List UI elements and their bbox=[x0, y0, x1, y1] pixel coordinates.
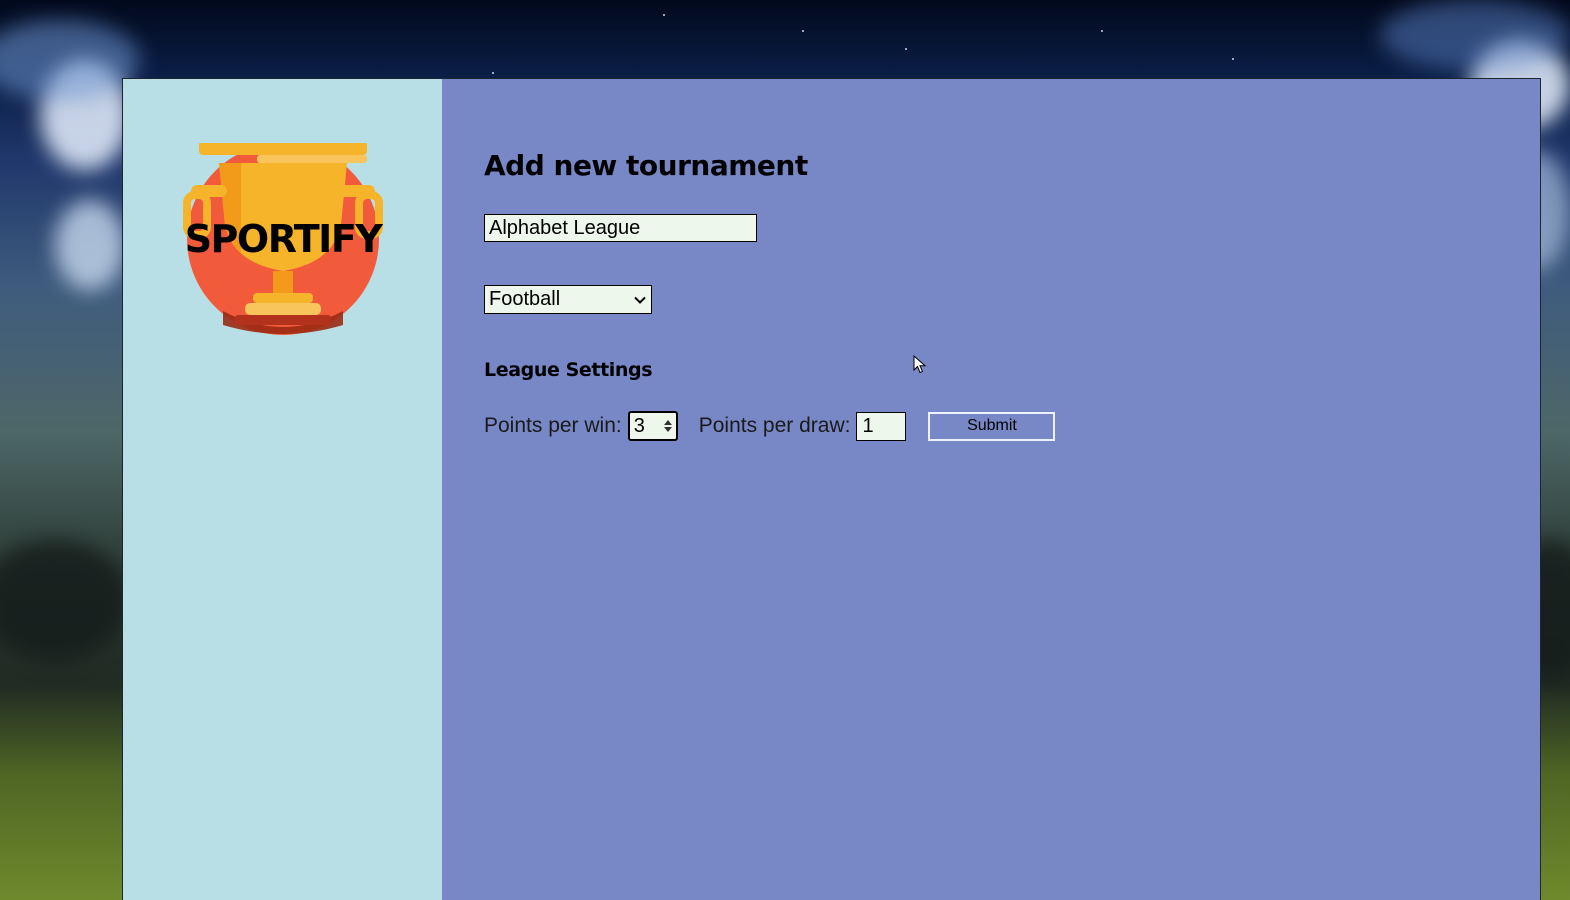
app-window: SPORTIFY Add new tournament Football Lea… bbox=[122, 78, 1541, 900]
tournament-name-input[interactable] bbox=[484, 214, 757, 242]
main-panel: Add new tournament Football League Setti… bbox=[442, 79, 1540, 900]
chevron-down-icon bbox=[634, 296, 646, 304]
star bbox=[905, 48, 907, 50]
league-settings-title: League Settings bbox=[484, 359, 653, 381]
floodlight-glow bbox=[1380, 0, 1570, 70]
sportify-logo[interactable]: SPORTIFY bbox=[183, 143, 383, 335]
star bbox=[663, 14, 665, 16]
spinner-up-icon[interactable] bbox=[663, 420, 672, 425]
sport-select-value: Football bbox=[489, 288, 561, 310]
star bbox=[492, 72, 494, 74]
points-per-win-input[interactable]: 3 bbox=[627, 411, 678, 441]
floodlight bbox=[55, 200, 125, 290]
star bbox=[802, 30, 804, 32]
sport-select[interactable]: Football bbox=[484, 285, 652, 314]
points-per-draw-input[interactable]: 1 bbox=[856, 411, 907, 441]
points-per-win-value: 3 bbox=[633, 414, 645, 437]
star bbox=[1232, 58, 1234, 60]
sidebar: SPORTIFY bbox=[123, 79, 442, 900]
page-title: Add new tournament bbox=[484, 149, 808, 182]
submit-button[interactable]: Submit bbox=[928, 411, 1056, 441]
points-per-draw-value: 1 bbox=[862, 414, 874, 437]
spinner-down-icon[interactable] bbox=[663, 427, 672, 432]
logo-text: SPORTIFY bbox=[184, 217, 383, 261]
points-per-win-label: Points per win: bbox=[484, 414, 622, 437]
spinner-icon[interactable] bbox=[663, 420, 672, 432]
points-per-draw-label: Points per draw: bbox=[698, 414, 851, 437]
league-settings-row: Points per win: 3 Points per draw: 1 Sub… bbox=[484, 410, 1056, 442]
mouse-cursor-icon bbox=[913, 355, 927, 374]
star bbox=[1101, 30, 1103, 32]
stands-shadow bbox=[0, 540, 130, 660]
